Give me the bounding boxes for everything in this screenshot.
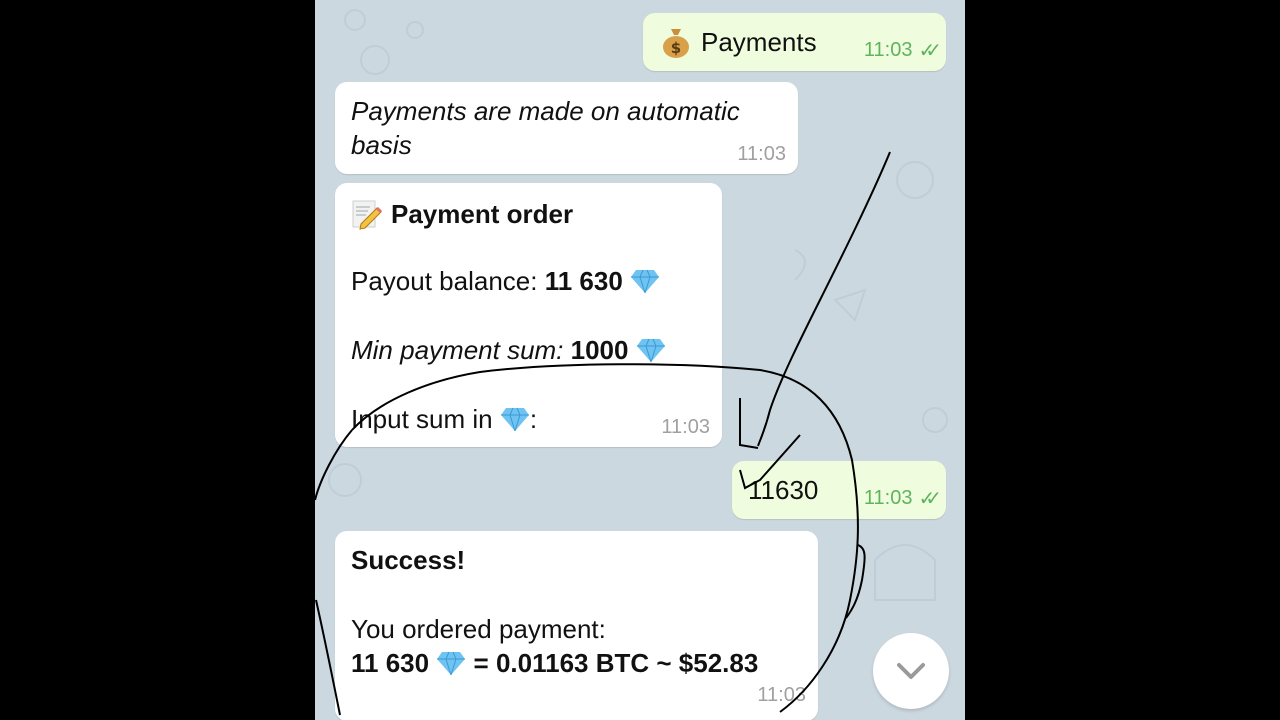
ordered-payment-label: You ordered payment:	[351, 614, 606, 644]
money-bag-icon: $	[661, 25, 691, 59]
message-time: 11:03	[737, 143, 786, 165]
memo-icon	[351, 198, 383, 230]
message-incoming-payment-order[interactable]: Payment order Payout balance: 11 630 Min…	[335, 183, 722, 447]
payment-order-title: Payment order	[391, 199, 574, 229]
scroll-down-button[interactable]	[873, 633, 949, 709]
message-time: 11:03	[757, 684, 806, 706]
message-text: Payments	[701, 27, 817, 57]
message-line: basis	[351, 130, 412, 160]
ordered-payment-amount-line: 11 630 = 0.01163 BTC ~ $52.83	[351, 646, 758, 680]
input-sum-suffix: :	[529, 404, 538, 434]
min-payment-label: Min payment sum:	[351, 335, 564, 365]
message-line: Payments are made on automatic	[351, 96, 740, 126]
message-meta: 11:03 ✓✓	[863, 486, 942, 511]
payout-balance-value: 11 630	[544, 266, 623, 296]
message-incoming-automatic[interactable]: Payments are made on automatic basis 11:…	[335, 82, 798, 174]
input-sum-label: Input sum in	[351, 404, 500, 434]
message-text: 11630	[748, 475, 819, 505]
ordered-amount: 11 630	[351, 648, 430, 678]
message-outgoing-payments[interactable]: $ Payments 11:03 ✓✓	[643, 13, 946, 71]
message-time: 11:03	[863, 487, 913, 509]
diamond-icon	[631, 269, 660, 294]
message-text: Payments are made on automatic basis	[351, 94, 740, 162]
input-sum-prompt: Input sum in :	[351, 402, 537, 436]
chat-area: $ Payments 11:03 ✓✓ Payments are made on…	[315, 0, 965, 720]
message-time: 11:03	[661, 416, 710, 438]
svg-text:$: $	[671, 39, 681, 57]
min-payment-value: 1000	[563, 335, 629, 365]
payout-balance-line: Payout balance: 11 630	[351, 264, 660, 298]
payout-balance-label: Payout balance:	[351, 266, 545, 296]
message-meta: 11:03 ✓✓	[863, 38, 942, 63]
chevron-down-icon	[897, 663, 925, 679]
diamond-icon	[500, 407, 529, 432]
double-check-icon: ✓✓	[918, 40, 941, 62]
message-incoming-success[interactable]: Success! You ordered payment: 11 630 = 0…	[335, 531, 818, 720]
double-check-icon: ✓✓	[918, 488, 941, 510]
success-title: Success!	[351, 545, 466, 575]
diamond-icon	[437, 651, 466, 676]
btc-conversion: = 0.01163 BTC ~ $52.83	[466, 648, 759, 678]
message-time: 11:03	[863, 39, 913, 61]
diamond-icon	[636, 338, 665, 363]
payment-order-title-row: Payment order	[351, 197, 573, 231]
min-payment-line: Min payment sum: 1000	[351, 333, 666, 367]
message-outgoing-amount[interactable]: 11630 11:03 ✓✓	[732, 461, 946, 519]
